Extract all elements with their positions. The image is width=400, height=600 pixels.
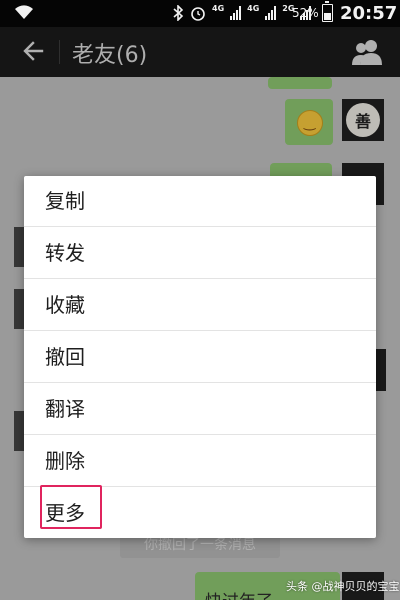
menu-item-favorite[interactable]: 收藏	[24, 280, 376, 331]
menu-item-recall[interactable]: 撤回	[24, 332, 376, 383]
network-label-1: 4G	[212, 4, 225, 13]
battery-icon	[322, 1, 333, 22]
menu-item-copy[interactable]: 复制	[24, 176, 376, 227]
highlight-annotation	[40, 485, 102, 529]
wifi-icon	[15, 5, 33, 19]
context-menu: 复制 转发 收藏 撤回 翻译 删除 更多	[24, 176, 376, 538]
status-icons: 4G 4G 2G	[172, 3, 312, 23]
bluetooth-icon	[173, 5, 184, 21]
battery-percent: 52%	[292, 6, 319, 20]
watermark: 头条 @战神贝贝的宝宝	[286, 580, 400, 593]
menu-item-delete[interactable]: 删除	[24, 436, 376, 487]
network-label-2: 4G	[247, 4, 260, 13]
status-bar: 4G 4G 2G 52% 20:57	[0, 0, 400, 27]
signal-icon	[230, 6, 242, 20]
signal-icon	[265, 6, 277, 20]
alarm-icon	[191, 7, 205, 21]
menu-item-forward[interactable]: 转发	[24, 228, 376, 279]
menu-item-translate[interactable]: 翻译	[24, 384, 376, 435]
clock: 20:57	[340, 3, 398, 24]
